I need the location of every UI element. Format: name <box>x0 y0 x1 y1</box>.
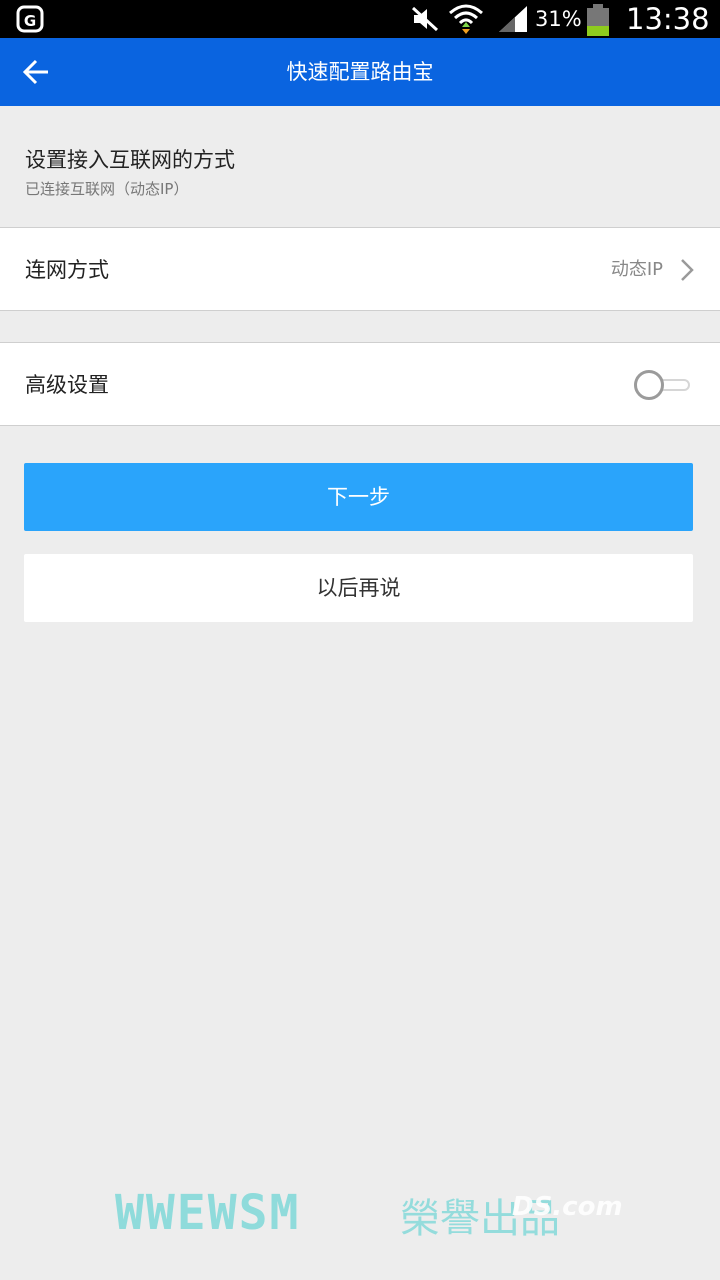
svg-text:G: G <box>24 12 36 30</box>
connection-type-row[interactable]: 连网方式 动态IP <box>0 227 720 311</box>
chevron-right-icon <box>681 259 694 281</box>
advanced-settings-toggle[interactable] <box>634 370 692 400</box>
section-title: 设置接入互联网的方式 <box>25 148 235 172</box>
signal-icon <box>497 4 529 34</box>
toggle-knob <box>634 370 664 400</box>
advanced-settings-label: 高级设置 <box>25 373 109 397</box>
clock: 13:38 <box>626 2 710 36</box>
watermark-text: WWEWSM <box>115 1185 301 1241</box>
connection-type-value: 动态IP <box>610 259 663 280</box>
status-bar: G 31% 13:38 <box>0 0 720 38</box>
mute-icon <box>410 5 440 33</box>
wifi-icon <box>448 3 484 35</box>
connection-type-label: 连网方式 <box>25 258 109 282</box>
battery-percent: 31% <box>535 7 582 31</box>
advanced-settings-row: 高级设置 <box>0 342 720 426</box>
app-bar: 快速配置路由宝 <box>0 38 720 106</box>
section-subtitle: 已连接互联网（动态IP） <box>25 180 189 198</box>
watermark-logo: DS.com <box>512 1192 623 1222</box>
next-button[interactable]: 下一步 <box>24 463 693 531</box>
later-button[interactable]: 以后再说 <box>24 554 693 622</box>
notification-app-icon: G <box>16 5 46 33</box>
page-title: 快速配置路由宝 <box>286 60 434 84</box>
battery-icon <box>586 4 610 36</box>
